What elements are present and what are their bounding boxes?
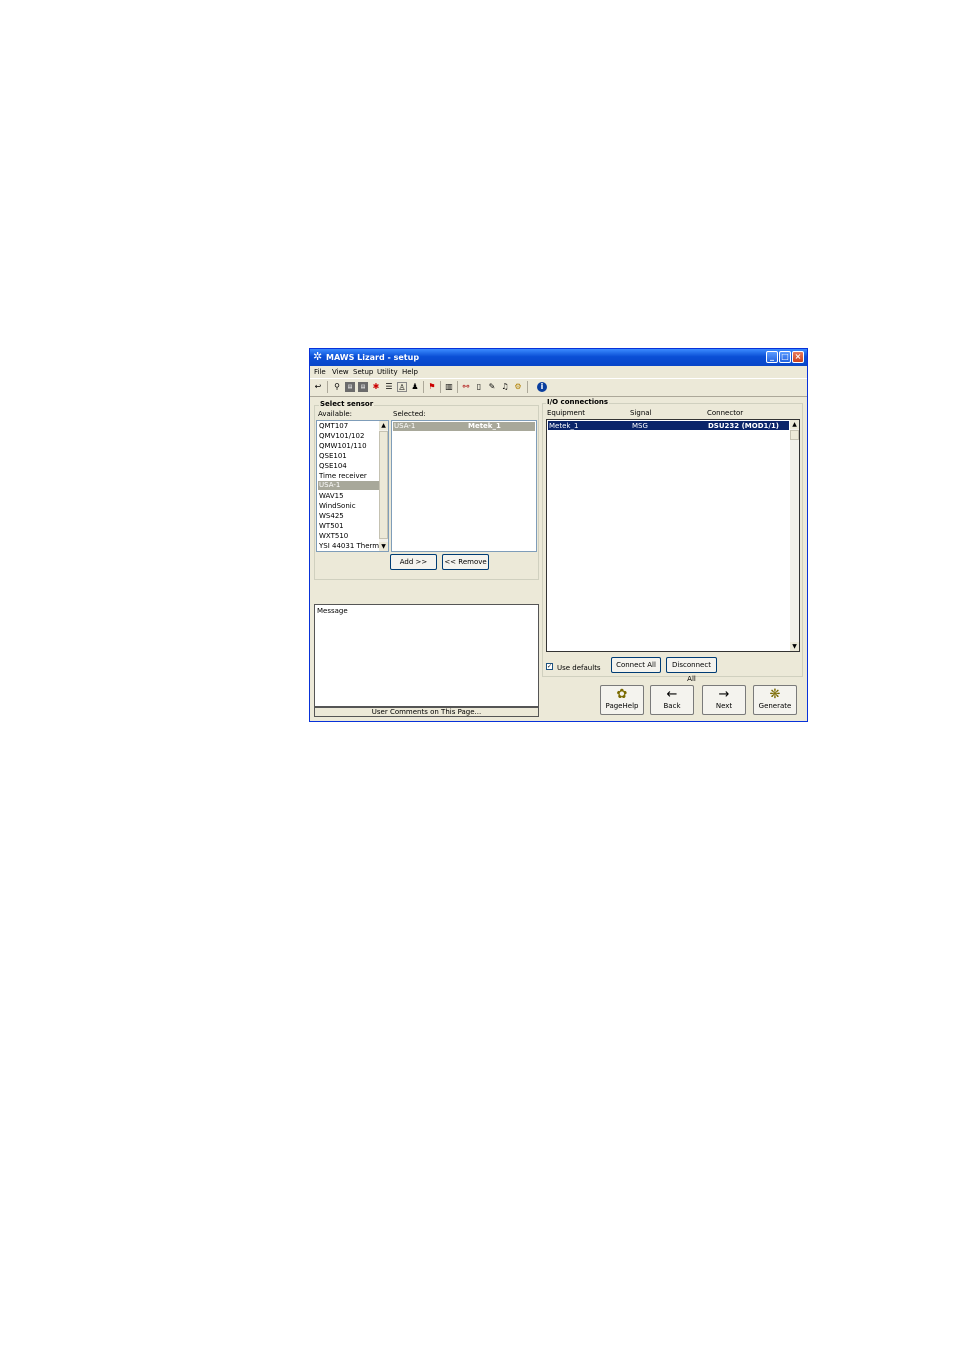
add-button[interactable]: Add >> [390,554,437,570]
generate-button[interactable]: ❋ Generate [753,685,797,715]
menu-file[interactable]: File [314,368,326,376]
equipment-cell: Metek_1 [549,422,579,430]
scroll-thumb[interactable] [790,430,799,440]
lizard-help-icon: ✿ [616,687,628,702]
available-scrollbar[interactable]: ▲ ▼ [379,421,388,551]
back-label: Back [663,702,681,710]
disconnect-all-button[interactable]: Disconnect All [666,657,717,683]
selected-label: Selected: [393,410,426,418]
selected-sensor-row[interactable]: USA-1 Metek_1 [393,422,535,431]
selected-sensor-type: USA-1 [394,422,416,430]
list-item[interactable]: WXT510 [319,532,348,540]
arrow-left-icon: ← [666,687,678,702]
dev2-icon[interactable]: ▤ [358,382,368,392]
toolbar-separator [440,381,441,393]
pagehelp-label: PageHelp [605,702,639,710]
toolbar: ↩ ⚲ ▤ ▤ ✱ ☰ ♙ ♟ ⚑ ▥ ⚯ ▯ ✎ ♫ ⚙ i [310,378,807,397]
flash-icon[interactable]: ✱ [371,382,381,392]
minimize-button[interactable]: _ [766,351,778,363]
toolbar-separator [423,381,424,393]
toolbar-separator [327,381,328,393]
menu-view[interactable]: View [332,368,349,376]
gear-icon[interactable]: ⚙ [513,382,523,392]
running-icon[interactable]: ♟ [410,382,420,392]
column-signal: Signal [630,409,652,417]
app-logo-icon: ✲ [313,350,323,363]
signal-cell: MSG [632,422,648,430]
menu-utility[interactable]: Utility [377,368,398,376]
toolbar-separator [457,381,458,393]
available-label: Available: [318,410,353,418]
selected-sensor-name: Metek_1 [468,422,501,430]
connect-all-button[interactable]: Connect All [611,657,661,673]
scroll-up-icon[interactable]: ▲ [379,421,388,430]
menu-setup[interactable]: Setup [353,368,373,376]
menu-bar: File View Setup Utility Help [310,366,807,378]
scroll-down-icon[interactable]: ▼ [790,642,799,651]
use-defaults-checkbox[interactable]: ✓ [546,663,553,670]
generate-label: Generate [758,702,792,710]
maximize-button[interactable]: □ [779,351,791,363]
message-text: Message [317,607,348,615]
pen-icon[interactable]: ✎ [487,382,497,392]
io-scrollbar[interactable]: ▲ ▼ [790,420,799,651]
scroll-thumb[interactable] [379,431,388,539]
next-label: Next [715,702,733,710]
title-bar[interactable]: ✲ MAWS Lizard - setup _ □ × [310,349,807,366]
column-connector: Connector [707,409,744,417]
user-comments-footer[interactable]: User Comments on This Page... [314,707,539,717]
list-item[interactable]: QSE101 [319,452,347,460]
list-item[interactable]: QMW101/110 [319,442,367,450]
close-button[interactable]: × [792,351,804,363]
io-connections-label: I/O connections [546,398,610,406]
sensor-tree-icon[interactable]: ⚲ [332,382,342,392]
bicycle-icon[interactable]: ⚯ [461,382,471,392]
flag-icon[interactable]: ⚑ [427,382,437,392]
pagehelp-button[interactable]: ✿ PageHelp [600,685,644,715]
app-window: ✲ MAWS Lizard - setup _ □ × File View Se… [309,348,808,722]
list-item[interactable]: YSI 44031 Thermistor [319,542,379,550]
available-sensors-list[interactable]: QMT107 QMV101/102 QMW101/110 QSE101 QSE1… [316,420,389,552]
use-defaults-label: Use defaults [557,664,601,672]
list-item[interactable]: WindSonic [319,502,356,510]
selected-sensors-list[interactable]: USA-1 Metek_1 [391,420,537,552]
bell-icon[interactable]: ♫ [500,382,510,392]
list-item[interactable]: QSE104 [319,462,347,470]
io-connections-list[interactable]: Metek_1 MSG DSU232 (MOD1/1) ▲ ▼ [546,419,800,652]
remove-button[interactable]: << Remove [442,554,489,570]
list-item-selected[interactable]: USA-1 [318,481,380,490]
scroll-up-icon[interactable]: ▲ [790,420,799,429]
list-item[interactable]: QMV101/102 [319,432,364,440]
select-sensor-label: Select sensor [319,400,375,408]
scroll-down-icon[interactable]: ▼ [379,542,388,551]
next-button[interactable]: → Next [702,685,746,715]
table-row[interactable]: Metek_1 MSG DSU232 (MOD1/1) [548,421,789,430]
info-icon[interactable]: i [537,382,547,392]
list-item[interactable]: Time receiver [319,472,367,480]
barrier-icon[interactable]: ▥ [444,382,454,392]
connector-cell: DSU232 (MOD1/1) [708,422,780,430]
list-item[interactable]: WAV15 [319,492,344,500]
list-item[interactable]: WS425 [319,512,344,520]
list-item[interactable]: WT501 [319,522,344,530]
figure-icon[interactable]: ♙ [397,382,407,392]
list-icon[interactable]: ☰ [384,382,394,392]
return-icon[interactable]: ↩ [313,382,323,392]
message-box[interactable]: Message [314,604,539,707]
dev-icon[interactable]: ▤ [345,382,355,392]
column-equipment: Equipment [547,409,585,417]
window-title: MAWS Lizard - setup [326,353,420,362]
list-item[interactable]: QMT107 [319,422,348,430]
generate-lizards-icon: ❋ [769,687,781,702]
page-icon[interactable]: ▯ [474,382,484,392]
back-button[interactable]: ← Back [650,685,694,715]
arrow-right-icon: → [718,687,730,702]
toolbar-separator [527,381,528,393]
menu-help[interactable]: Help [402,368,418,376]
